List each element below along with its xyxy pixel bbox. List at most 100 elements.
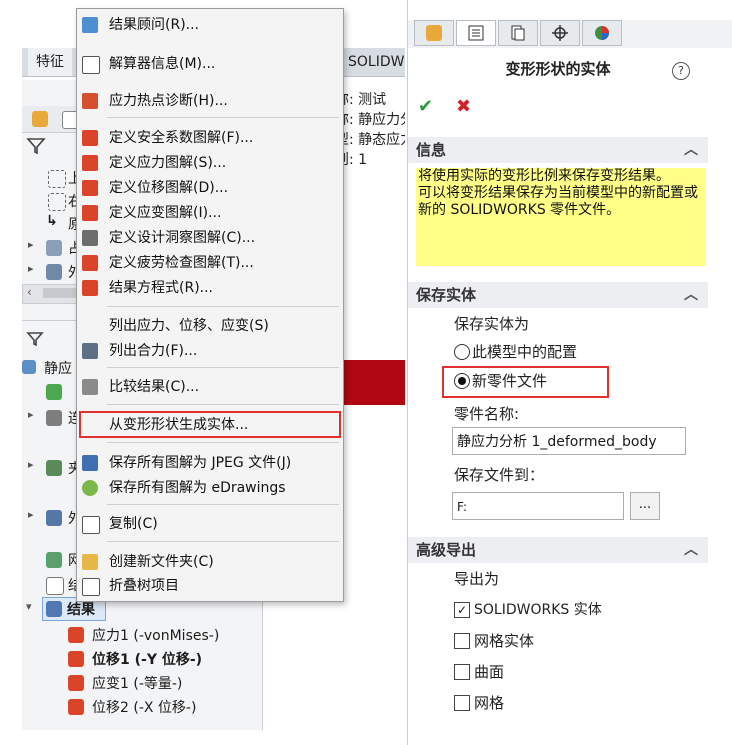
study-prop-scale: 则: 1: [335, 152, 368, 168]
checkbox-mesh-body[interactable]: [454, 633, 470, 649]
result-item-stress1[interactable]: 应力1 (-vonMises-): [92, 625, 219, 645]
menu-item-stress-plot[interactable]: 定义应力图解(S)...: [77, 151, 343, 175]
study-prop-type: 型: 静态应力: [335, 132, 405, 148]
tree-item-static-study[interactable]: 静应: [44, 358, 72, 378]
expand-arrow-icon[interactable]: ▸: [28, 408, 34, 421]
study-icon: [22, 360, 36, 374]
highlight-box: [442, 366, 609, 398]
plot-icon: [82, 130, 98, 146]
menu-item-hotspot-diagnostics[interactable]: 应力热点诊断(H)...: [77, 89, 343, 113]
result-item-displacement1[interactable]: 位移1 (-Y 位移-): [92, 649, 202, 669]
checkbox-surface[interactable]: [454, 664, 470, 680]
tab-property-manager[interactable]: [456, 20, 496, 46]
feature-manager-icon: [426, 25, 442, 41]
collapse-arrow-icon[interactable]: ▾: [26, 600, 32, 613]
expand-arrow-icon[interactable]: ▸: [28, 238, 34, 251]
plot-icon: [82, 180, 98, 196]
configuration-icon: [511, 25, 525, 41]
menu-item-solver-info[interactable]: 解算器信息(M)...: [77, 52, 343, 76]
tab-feature-manager[interactable]: [414, 20, 454, 46]
result-item-strain1[interactable]: 应变1 (-等量-): [92, 673, 182, 693]
result-item-displacement2[interactable]: 位移2 (-X 位移-): [92, 697, 196, 717]
tab-dimxpert[interactable]: [540, 20, 580, 46]
menu-item-save-edrawings[interactable]: 保存所有图解为 eDrawings: [77, 476, 343, 500]
checkbox-mesh-label[interactable]: 网格: [474, 692, 504, 713]
part-name-input[interactable]: 静应力分析 1_deformed_body: [452, 427, 686, 455]
radio-config[interactable]: [454, 344, 470, 360]
strain-plot-icon: [68, 675, 84, 691]
menu-separator: [107, 404, 339, 405]
menu-item-displacement-plot[interactable]: 定义位移图解(D)...: [77, 176, 343, 200]
stress-plot-icon: [68, 627, 84, 643]
property-list-icon: [468, 25, 484, 41]
load-icon: [46, 510, 62, 526]
save-body-header-label: 保存实体: [416, 286, 477, 304]
equation-icon: [82, 280, 98, 296]
menu-item-strain-plot[interactable]: 定义应变图解(I)...: [77, 201, 343, 225]
save-body-section-header[interactable]: 保存实体 ︿: [408, 282, 708, 308]
info-section-header[interactable]: 信息 ︿: [408, 137, 708, 163]
advisor-icon: [82, 17, 98, 33]
checkbox-mesh[interactable]: [454, 695, 470, 711]
menu-item-fos-plot[interactable]: 定义安全系数图解(F)...: [77, 126, 343, 150]
radio-config-label[interactable]: 此模型中的配置: [472, 341, 577, 362]
plane-icon: [48, 193, 66, 211]
menu-item-design-insight-plot[interactable]: 定义设计洞察图解(C)...: [77, 226, 343, 250]
menu-separator: [107, 504, 339, 505]
menu-item-list-stress[interactable]: 列出应力、位移、应变(S): [77, 314, 343, 338]
force-icon: [82, 343, 98, 359]
edrawings-icon: [82, 480, 98, 496]
envelope-icon: [82, 56, 100, 74]
feature-manager-icon[interactable]: [32, 111, 48, 127]
scroll-left-icon[interactable]: ‹: [27, 285, 32, 299]
browse-button[interactable]: ...: [630, 492, 660, 520]
cancel-x-icon[interactable]: ✖: [456, 96, 471, 117]
help-icon[interactable]: ?: [672, 62, 690, 80]
body-icon: [46, 240, 62, 256]
advanced-export-header-label: 高级导出: [416, 541, 477, 559]
collapse-chevron-icon[interactable]: ︿: [684, 137, 698, 163]
tab-features[interactable]: 特征: [28, 48, 72, 76]
menu-item-results-advisor[interactable]: 结果顾问(R)...: [77, 13, 343, 37]
checkbox-mesh-body-label[interactable]: 网格实体: [474, 630, 534, 651]
folder-icon: [46, 601, 62, 617]
results-folder-label: 结果: [67, 602, 95, 618]
collapse-chevron-icon[interactable]: ︿: [684, 282, 698, 308]
menu-separator: [107, 541, 339, 542]
menu-item-compare-results[interactable]: 比较结果(C)...: [77, 375, 343, 399]
menu-item-copy[interactable]: 复制(C): [77, 512, 343, 536]
study-properties: 称: 测试 称: 静应力分 型: 静态应力 则: 1: [335, 90, 405, 170]
menu-item-fatigue-check-plot[interactable]: 定义疲劳检查图解(T)...: [77, 251, 343, 275]
expand-arrow-icon[interactable]: ▸: [28, 262, 34, 275]
menu-item-save-jpeg[interactable]: 保存所有图解为 JPEG 文件(J): [77, 451, 343, 475]
tab-configuration-manager[interactable]: [498, 20, 538, 46]
ok-check-icon[interactable]: ✔: [418, 96, 433, 117]
tab-display-manager[interactable]: [582, 20, 622, 46]
displacement-plot-icon: [68, 651, 84, 667]
study-prop-title: 称: 静应力分: [335, 112, 405, 128]
save-path-input[interactable]: F:: [452, 492, 624, 520]
checkbox-solidworks-body[interactable]: ✓: [454, 602, 470, 618]
fixture-icon: [46, 460, 62, 476]
pm-tab-bar: [408, 20, 732, 48]
filter-icon[interactable]: [26, 330, 46, 348]
menu-item-result-equations[interactable]: 结果方程式(R)...: [77, 276, 343, 300]
advanced-export-section-header[interactable]: 高级导出 ︿: [408, 537, 708, 563]
mesh-icon: [46, 552, 62, 568]
tab-solidworks[interactable]: SOLIDWO: [340, 48, 405, 76]
expand-arrow-icon[interactable]: ▸: [28, 458, 34, 471]
info-header-label: 信息: [416, 141, 447, 159]
menu-item-collapse-tree[interactable]: 折叠树项目: [77, 574, 343, 598]
expand-arrow-icon[interactable]: ▸: [28, 508, 34, 521]
menu-item-new-folder[interactable]: 创建新文件夹(C): [77, 550, 343, 574]
image-icon: [82, 455, 98, 471]
collapse-chevron-icon[interactable]: ︿: [684, 537, 698, 563]
checkbox-surface-label[interactable]: 曲面: [474, 661, 504, 682]
graphics-area-model: [335, 360, 405, 405]
menu-item-list-result-force[interactable]: 列出合力(F)...: [77, 339, 343, 363]
compare-icon: [82, 379, 98, 395]
displacement-plot-icon: [68, 699, 84, 715]
filter-icon[interactable]: [26, 136, 46, 156]
checkbox-solidworks-body-label[interactable]: SOLIDWORKS 实体: [474, 599, 602, 619]
info-message: 将使用实际的变形比例来保存变形结果。 可以将变形结果保存为当前模型中的新配置或新…: [416, 168, 706, 266]
